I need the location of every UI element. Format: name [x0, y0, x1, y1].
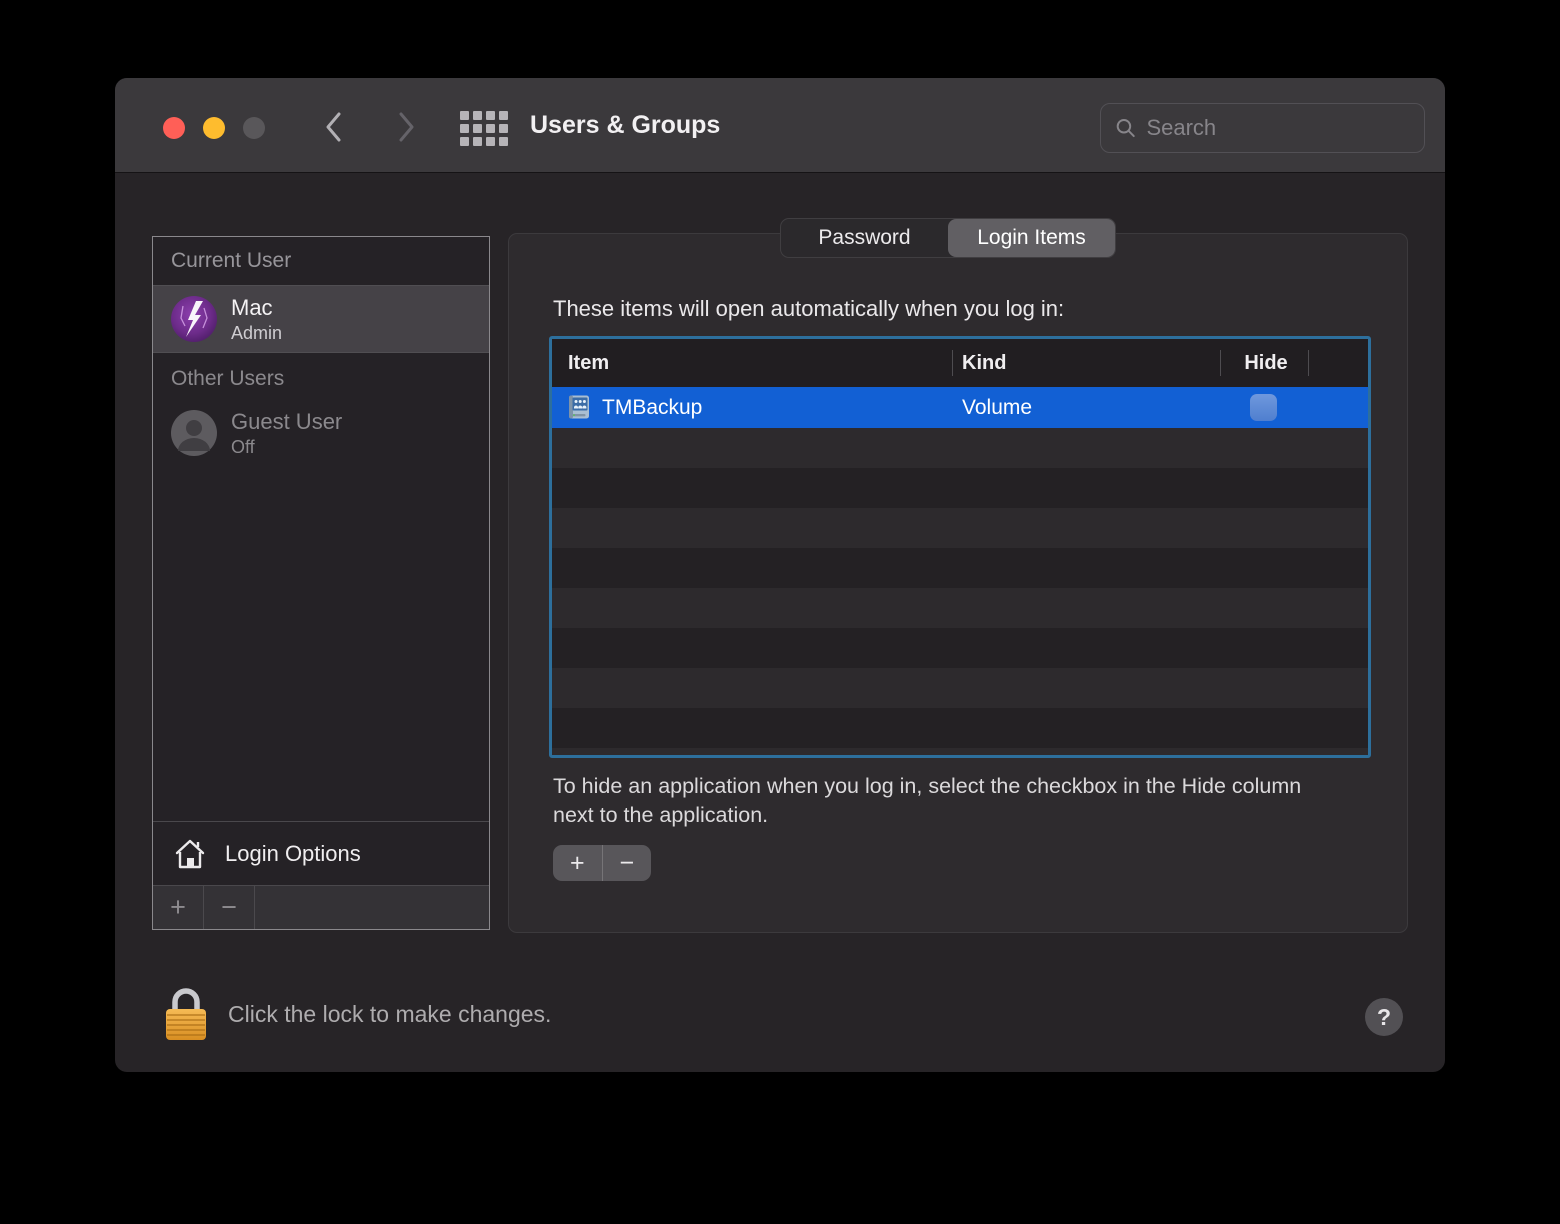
- add-login-item-button[interactable]: +: [553, 845, 603, 881]
- search-input[interactable]: [1146, 115, 1410, 141]
- other-users-header: Other Users: [153, 359, 489, 399]
- guest-user-status: Off: [231, 437, 342, 458]
- column-header-hide[interactable]: Hide: [1222, 339, 1310, 387]
- forward-button[interactable]: [395, 110, 417, 144]
- users-groups-window: Users & Groups Current User: [115, 78, 1445, 1072]
- hide-help-text: To hide an application when you log in, …: [553, 772, 1333, 830]
- lock-icon[interactable]: [163, 985, 209, 1041]
- row-kind: Volume: [962, 396, 1032, 420]
- column-header-kind[interactable]: Kind: [962, 339, 1006, 387]
- sidebar-add-remove-bar: + −: [153, 885, 489, 929]
- current-user-name: Mac: [231, 295, 282, 321]
- current-user-header: Current User: [153, 237, 489, 285]
- search-field[interactable]: [1100, 103, 1425, 153]
- sidebar-item-guest-user[interactable]: Guest User Off: [153, 399, 489, 467]
- guest-user-name: Guest User: [231, 409, 342, 435]
- column-divider: [1220, 350, 1221, 376]
- titlebar: Users & Groups: [115, 78, 1445, 173]
- sidebar-item-current-user[interactable]: Mac Admin: [153, 285, 489, 353]
- show-all-grid-icon[interactable]: [460, 111, 508, 146]
- column-divider: [1308, 350, 1309, 376]
- row-item-name: TMBackup: [602, 396, 702, 420]
- minimize-window-button[interactable]: [203, 117, 225, 139]
- column-header-item[interactable]: Item: [568, 339, 609, 387]
- sidebar-item-login-options[interactable]: Login Options: [153, 821, 489, 885]
- guest-user-avatar: [171, 410, 217, 456]
- current-user-role: Admin: [231, 323, 282, 344]
- tab-control: Password Login Items: [780, 218, 1116, 258]
- table-header: Item Kind Hide: [552, 339, 1368, 387]
- users-sidebar: Current User Mac Admin Other Users: [152, 236, 490, 930]
- lock-message: Click the lock to make changes.: [228, 1001, 551, 1028]
- table-row-tmbackup[interactable]: TMBackup Volume: [552, 387, 1368, 428]
- table-add-remove-control: + −: [553, 845, 651, 881]
- tab-password[interactable]: Password: [781, 219, 948, 257]
- current-user-avatar: [171, 296, 217, 342]
- login-items-table[interactable]: Item Kind Hide TMBackup Volume: [549, 336, 1371, 758]
- shared-volume-icon: [566, 394, 593, 421]
- login-items-heading: These items will open automatically when…: [553, 296, 1064, 322]
- page-title: Users & Groups: [530, 111, 720, 140]
- add-user-button[interactable]: +: [153, 886, 204, 929]
- empty-rows: [552, 428, 1368, 755]
- remove-login-item-button[interactable]: −: [603, 845, 652, 881]
- help-button[interactable]: ?: [1365, 998, 1403, 1036]
- tab-login-items[interactable]: Login Items: [948, 219, 1115, 257]
- close-window-button[interactable]: [163, 117, 185, 139]
- remove-user-button[interactable]: −: [204, 886, 255, 929]
- column-divider: [952, 350, 953, 376]
- home-icon: [173, 838, 207, 870]
- search-icon: [1115, 116, 1136, 140]
- hide-checkbox[interactable]: [1250, 394, 1277, 421]
- back-button[interactable]: [323, 110, 345, 144]
- login-options-label: Login Options: [225, 841, 361, 867]
- zoom-window-button: [243, 117, 265, 139]
